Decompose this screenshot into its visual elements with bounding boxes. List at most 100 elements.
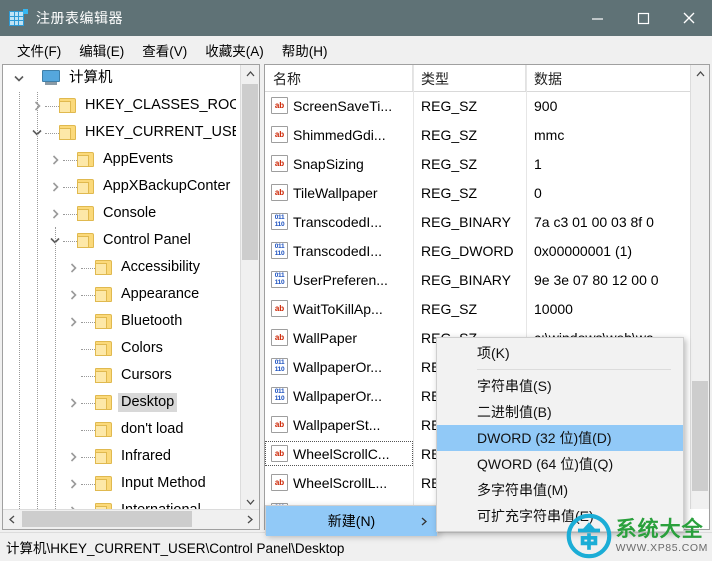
- value-type-cell: REG_DWORD: [421, 242, 514, 259]
- context-menu-item[interactable]: 项(K): [437, 340, 683, 366]
- folder-icon: [77, 206, 95, 221]
- value-data-cell: 9e 3e 07 80 12 00 0: [534, 271, 659, 288]
- tree-connector: [27, 79, 41, 80]
- tree-connector: [81, 321, 95, 324]
- title-bar: 注册表编辑器: [0, 0, 712, 36]
- tree-connector: [45, 105, 59, 108]
- folder-icon: [95, 314, 113, 329]
- table-row[interactable]: 011 110 TranscodedI... REG_BINARY 7a c3 01 0…: [265, 207, 692, 236]
- list-vertical-scrollbar[interactable]: [690, 65, 709, 509]
- registry-tree[interactable]: 计算机 HKEY_CLASSES_ROOT HKEY_CURRENT_USER App…: [3, 65, 236, 511]
- chevron-right-icon[interactable]: [47, 181, 63, 192]
- value-name-text: SnapSizing: [293, 155, 364, 172]
- tree-item-label: AppXBackupConter: [103, 178, 231, 195]
- table-row[interactable]: ab TileWallpaper REG_SZ 0: [265, 178, 692, 207]
- folder-icon: [95, 341, 113, 356]
- chevron-right-icon[interactable]: [47, 208, 63, 219]
- column-header-type[interactable]: 类型: [413, 65, 526, 91]
- folder-icon: [95, 449, 113, 464]
- chevron-right-icon[interactable]: [65, 397, 81, 408]
- chevron-right-icon[interactable]: [65, 451, 81, 462]
- value-name-cell: 011 110 UserPreferen...: [265, 267, 413, 292]
- tree-vertical-scrollbar[interactable]: [240, 65, 259, 511]
- tree-item-label: AppEvents: [103, 151, 174, 168]
- tree-item-label: Console: [103, 205, 157, 222]
- tree-item-label: 计算机: [69, 70, 113, 87]
- tree-guide-line: [55, 227, 56, 511]
- context-menu-item[interactable]: 字符串值(S): [437, 373, 683, 399]
- tree-item-label: don't load: [121, 421, 184, 438]
- chevron-right-icon[interactable]: [47, 154, 63, 165]
- folder-icon: [95, 368, 113, 383]
- value-data-cell: 0x00000001 (1): [534, 242, 633, 259]
- chevron-right-icon[interactable]: [65, 262, 81, 273]
- tree-item-label: Appearance: [121, 286, 200, 303]
- value-type-cell: REG_SZ: [421, 126, 478, 143]
- value-type-cell: REG_SZ: [421, 184, 478, 201]
- value-type-cell: REG_BINARY: [421, 213, 511, 230]
- context-menu-item[interactable]: 可扩充字符串值(E): [437, 503, 683, 529]
- value-name-text: ShimmedGdi...: [293, 126, 386, 143]
- table-row[interactable]: ab WaitToKillAp... REG_SZ 10000: [265, 294, 692, 323]
- maximize-button[interactable]: [620, 0, 666, 36]
- value-name-cell: 011 110 TranscodedI...: [265, 238, 413, 263]
- list-column-headers: 名称 类型 数据: [265, 65, 692, 92]
- context-menu-item[interactable]: DWORD (32 位)值(D): [437, 425, 683, 451]
- value-name-cell: ab TileWallpaper: [265, 180, 413, 205]
- registry-tree-pane: 计算机 HKEY_CLASSES_ROOT HKEY_CURRENT_USER App…: [2, 64, 260, 530]
- chevron-right-icon: [421, 513, 427, 529]
- value-name-cell: ab WheelScrollC...: [265, 441, 413, 466]
- folder-icon: [77, 233, 95, 248]
- menu-file[interactable]: 文件(F): [8, 37, 70, 63]
- context-menu-item[interactable]: 二进制值(B): [437, 399, 683, 425]
- menu-view[interactable]: 查看(V): [133, 37, 196, 63]
- table-row[interactable]: ab SnapSizing REG_SZ 1: [265, 149, 692, 178]
- table-row[interactable]: 011 110 TranscodedI... REG_DWORD 0x00000001 …: [265, 236, 692, 265]
- list-scroll-up-icon[interactable]: [691, 65, 709, 83]
- tree-scroll-left-icon[interactable]: [3, 510, 21, 528]
- value-name-text: WallPaper: [293, 329, 358, 346]
- value-data-cell: 1: [534, 155, 542, 172]
- chevron-right-icon[interactable]: [65, 316, 81, 327]
- menu-bar: 文件(F) 编辑(E) 查看(V) 收藏夹(A) 帮助(H): [0, 36, 712, 64]
- computer-icon: [41, 70, 61, 87]
- list-scrollbar-thumb[interactable]: [692, 381, 708, 491]
- tree-horizontal-scrollbar[interactable]: [3, 509, 259, 529]
- registry-editor-window: 注册表编辑器 文件(F) 编辑(E) 查看(V) 收藏夹(A) 帮助(H) 计算…: [0, 0, 712, 561]
- chevron-down-icon[interactable]: [11, 75, 27, 82]
- minimize-button[interactable]: [574, 0, 620, 36]
- value-data-cell: 0: [534, 184, 542, 201]
- menu-favorites[interactable]: 收藏夹(A): [196, 37, 273, 63]
- context-menu-item[interactable]: QWORD (64 位)值(Q): [437, 451, 683, 477]
- tree-connector: [45, 132, 59, 135]
- table-row[interactable]: ab ShimmedGdi... REG_SZ mmc: [265, 120, 692, 149]
- tree-connector: [81, 375, 95, 378]
- column-header-name[interactable]: 名称: [265, 65, 413, 91]
- tree-item-label: Desktop: [118, 393, 178, 412]
- value-name-text: TranscodedI...: [293, 242, 382, 259]
- chevron-right-icon[interactable]: [65, 478, 81, 489]
- menu-help[interactable]: 帮助(H): [273, 37, 337, 63]
- column-header-data[interactable]: 数据: [526, 65, 692, 91]
- value-name-cell: ab ShimmedGdi...: [265, 122, 413, 147]
- new-menu-item[interactable]: 新建(N): [266, 506, 437, 536]
- tree-scroll-right-icon[interactable]: [241, 510, 259, 528]
- context-menu-item[interactable]: 多字符串值(M): [437, 477, 683, 503]
- table-row[interactable]: 011 110 UserPreferen... REG_BINARY 9e 3e 07 …: [265, 265, 692, 294]
- tree-scrollbar-thumb[interactable]: [242, 84, 258, 260]
- string-value-icon: ab: [271, 184, 288, 201]
- tree-connector: [63, 186, 77, 189]
- tree-hscrollbar-thumb[interactable]: [22, 511, 192, 527]
- tree-scroll-up-icon[interactable]: [241, 65, 259, 83]
- table-row[interactable]: ab ScreenSaveTi... REG_SZ 900: [265, 91, 692, 120]
- close-button[interactable]: [666, 0, 712, 36]
- status-path: 计算机\HKEY_CURRENT_USER\Control Panel\Desk…: [6, 541, 345, 556]
- menu-edit[interactable]: 编辑(E): [70, 37, 133, 63]
- chevron-right-icon[interactable]: [65, 289, 81, 300]
- tree-item-[interactable]: 计算机: [3, 65, 236, 92]
- value-name-text: ScreenSaveTi...: [293, 97, 393, 114]
- new-value-context-menu: 项(K) 字符串值(S) 二进制值(B) DWORD (32 位)值(D) QWORD …: [436, 337, 684, 532]
- tree-item-label: Cursors: [121, 367, 172, 384]
- value-name-cell: ab WallPaper: [265, 325, 413, 350]
- tree-connector: [81, 429, 95, 432]
